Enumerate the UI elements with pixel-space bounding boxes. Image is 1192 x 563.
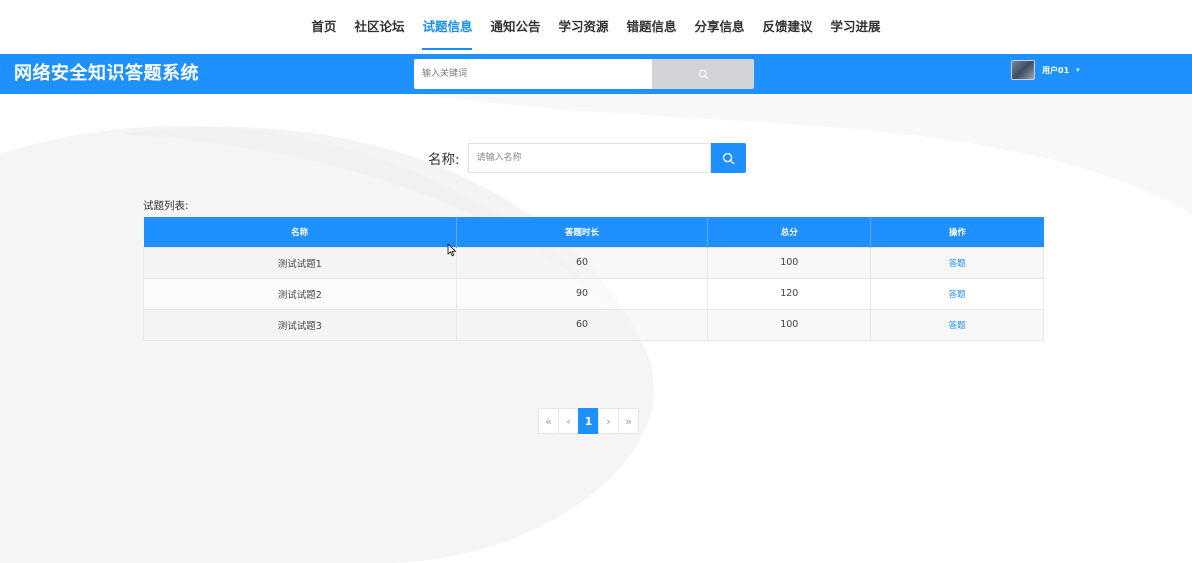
search-icon [722,152,735,165]
cell-name: 测试试题1 [143,246,457,279]
first-page-button[interactable]: « [538,408,559,434]
table-row: 测试试题2 90 120 答题 [143,277,1044,310]
current-page-button[interactable]: 1 [578,408,599,434]
nav-item-resources[interactable]: 学习资源 [549,0,617,54]
header-search-button[interactable] [652,59,754,89]
cell-duration: 60 [455,308,709,341]
name-filter-input[interactable] [467,143,711,173]
header-bar: 网络安全知识答题系统 用户01 ▾ [0,54,1192,94]
avatar [1011,60,1035,80]
cell-action: 答题 [870,246,1044,279]
table-row: 测试试题1 60 100 答题 [143,246,1044,279]
cell-score: 100 [707,308,872,341]
answer-link[interactable]: 答题 [949,259,966,269]
cell-name: 测试试题2 [143,277,457,310]
cell-name: 测试试题3 [143,308,457,341]
cell-action: 答题 [870,308,1044,341]
name-filter-search-button[interactable] [710,143,746,173]
nav-item-home[interactable]: 首页 [302,0,345,54]
column-header-action: 操作 [870,217,1044,247]
nav-item-shares[interactable]: 分享信息 [686,0,754,54]
cell-duration: 60 [455,246,709,279]
list-title: 试题列表: [143,200,189,212]
last-page-button[interactable]: » [618,408,639,434]
pagination: « ‹ 1 › » [538,408,639,434]
search-icon [698,69,709,80]
column-header-name: 名称 [143,217,457,247]
nav-item-questions[interactable]: 试题信息 [413,0,481,54]
cell-score: 120 [707,277,872,310]
header-search [414,59,754,89]
cell-action: 答题 [870,277,1044,310]
header-search-input[interactable] [414,59,652,89]
questions-table: 名称 答题时长 总分 操作 测试试题1 60 100 答题 测试试题2 90 1… [143,217,1044,341]
nav-item-feedback[interactable]: 反馈建议 [754,0,822,54]
column-header-duration: 答题时长 [456,217,709,247]
nav-item-forum[interactable]: 社区论坛 [345,0,413,54]
username: 用户01 [1042,65,1070,75]
site-title: 网络安全知识答题系统 [14,63,199,84]
answer-link[interactable]: 答题 [949,321,966,331]
nav-item-progress[interactable]: 学习进展 [822,0,890,54]
nav-item-wrong-questions[interactable]: 错题信息 [618,0,686,54]
table-header-row: 名称 答题时长 总分 操作 [143,217,1044,247]
next-page-button[interactable]: › [598,408,619,434]
prev-page-button[interactable]: ‹ [558,408,579,434]
cell-score: 100 [707,246,872,279]
column-header-score: 总分 [707,217,872,247]
nav-item-notices[interactable]: 通知公告 [481,0,549,54]
cell-duration: 90 [455,277,709,310]
top-navigation: 首页 社区论坛 试题信息 通知公告 学习资源 错题信息 分享信息 反馈建议 学习… [0,0,1192,54]
table-row: 测试试题3 60 100 答题 [143,308,1044,341]
mouse-cursor-icon [447,243,456,257]
name-filter-label: 名称: [428,152,460,168]
chevron-down-icon: ▾ [1076,66,1080,74]
main-content: 名称: 试题列表: 名称 答题时长 总分 操作 测试试题1 60 1 [0,94,1192,563]
user-menu[interactable]: 用户01 ▾ [1011,58,1080,82]
name-filter: 名称: [428,143,746,173]
answer-link[interactable]: 答题 [949,290,966,300]
